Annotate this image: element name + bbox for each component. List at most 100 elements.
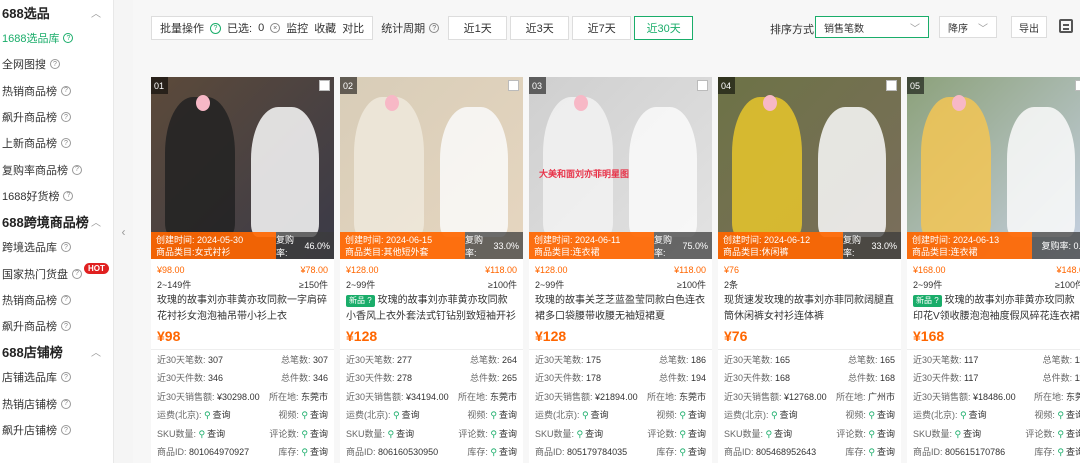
stock-query-link[interactable]: 查询	[868, 447, 895, 457]
sidebar-item-country-hot[interactable]: 国家热门货盘? HOT	[0, 260, 113, 286]
product-card[interactable]: 01 创建时间: 2024-05-30 商品类目:女式衬衫 复购率: 46.0%…	[151, 77, 334, 463]
reviews-query-link[interactable]: 查询	[301, 429, 328, 439]
card-info-bar: 创建时间: 2024-06-13 商品类目:连衣裙 复购率: 0.7	[907, 232, 1080, 259]
product-title[interactable]: 现货速发玫瑰的故事刘亦菲同款阔腿直筒休闲裤女衬衫连体裤	[724, 293, 895, 325]
product-image[interactable]: 01 创建时间: 2024-05-30 商品类目:女式衬衫 复购率: 46.0%	[151, 77, 334, 259]
sidebar-item-rising-stores[interactable]: 飙升店铺榜?	[0, 417, 113, 443]
sidebar-item-good-goods[interactable]: 1688好货榜?	[0, 183, 113, 209]
origin-query-link[interactable]: 查询	[393, 410, 420, 420]
help-icon[interactable]: ?	[61, 321, 71, 332]
card-checkbox[interactable]	[319, 80, 330, 91]
origin-query-link[interactable]: 查询	[582, 410, 609, 420]
card-checkbox[interactable]	[697, 80, 708, 91]
help-icon[interactable]: ?	[63, 190, 74, 201]
help-icon[interactable]: ?	[61, 138, 71, 149]
origin-query-link[interactable]: 查询	[771, 410, 798, 420]
stock-query-link[interactable]: 查询	[679, 447, 706, 457]
help-icon[interactable]: ?	[61, 242, 71, 253]
help-icon[interactable]: ?	[429, 23, 440, 33]
order-select[interactable]: 降序 ﹀	[939, 16, 997, 38]
help-icon[interactable]: ?	[61, 85, 71, 96]
chevron-up-icon[interactable]: ︿	[91, 5, 101, 20]
origin-query-link[interactable]: 查询	[960, 410, 987, 420]
video-query-link[interactable]: 查询	[679, 410, 706, 420]
compare-button[interactable]: 对比	[342, 20, 364, 36]
sidebar-item-hot-products[interactable]: 热销商品榜?	[0, 78, 113, 104]
help-icon[interactable]: ?	[50, 59, 60, 70]
product-card[interactable]: 02 创建时间: 2024-06-15 商品类目:其他短外套 复购率: 33.0…	[340, 77, 523, 463]
sidebar-item-repurchase-products[interactable]: 复购率商品榜?	[0, 156, 113, 182]
video-query-link[interactable]: 查询	[301, 410, 328, 420]
product-title[interactable]: 玫瑰的故事刘亦菲黄亦玫同款一字肩碎花衬衫女泡泡袖吊带小衫上衣	[157, 293, 328, 325]
card-checkbox[interactable]	[1075, 80, 1080, 91]
period-7d[interactable]: 近7天	[572, 16, 632, 40]
help-icon[interactable]: ?	[61, 112, 71, 123]
help-icon[interactable]: ?	[72, 268, 82, 279]
sidebar-item-1688-library[interactable]: 1688选品库?	[0, 25, 113, 51]
sidebar-collapse-handle[interactable]: ‹	[113, 0, 133, 463]
sidebar-item-cross-border-library[interactable]: 跨境选品库?	[0, 234, 113, 260]
favorite-button[interactable]: 收藏	[314, 20, 336, 36]
period-1d[interactable]: 近1天	[448, 16, 508, 40]
video-query-link[interactable]: 查询	[490, 410, 517, 420]
sidebar-group-stores[interactable]: 688店铺榜 ︿	[0, 339, 113, 364]
product-image[interactable]: 02 创建时间: 2024-06-15 商品类目:其他短外套 复购率: 33.0…	[340, 77, 523, 259]
sidebar-item-rising-products-cb[interactable]: 飙升商品榜?	[0, 313, 113, 339]
sku-query-link[interactable]: 查询	[199, 429, 226, 439]
origin-query-link[interactable]: 查询	[204, 410, 231, 420]
help-icon[interactable]: ?	[61, 372, 71, 383]
period-3d[interactable]: 近3天	[510, 16, 570, 40]
sidebar-item-rising-products[interactable]: 飙升商品榜?	[0, 104, 113, 130]
sku-query-link[interactable]: 查询	[955, 429, 982, 439]
stock-query-link[interactable]: 查询	[1057, 447, 1080, 457]
sidebar-item-hot-stores[interactable]: 热销店铺榜?	[0, 391, 113, 417]
sidebar-item-hot-products-cb[interactable]: 热销商品榜?	[0, 287, 113, 313]
help-icon[interactable]: ?	[63, 33, 74, 44]
card-checkbox[interactable]	[886, 80, 897, 91]
sku-query-link[interactable]: 查询	[577, 429, 604, 439]
sidebar-group-688-select[interactable]: 688选品 ︿	[0, 0, 113, 25]
reviews-query-link[interactable]: 查询	[490, 429, 517, 439]
period-label: 统计周期	[381, 23, 426, 35]
sidebar-item-new-products[interactable]: 上新商品榜?	[0, 130, 113, 156]
help-icon[interactable]: ?	[61, 398, 71, 409]
product-card[interactable]: 05 创建时间: 2024-06-13 商品类目:连衣裙 复购率: 0.7 ¥1…	[907, 77, 1080, 463]
product-id-value: 801064970927	[189, 447, 250, 458]
stock-query-link[interactable]: 查询	[490, 447, 517, 457]
reviews-query-link[interactable]: 查询	[868, 429, 895, 439]
sidebar-item-store-library[interactable]: 店铺选品库?	[0, 364, 113, 390]
product-card[interactable]: 04 创建时间: 2024-06-12 商品类目:休闲裤 复购率: 33.0% …	[718, 77, 901, 463]
reviews-query-link[interactable]: 查询	[1057, 429, 1080, 439]
help-icon[interactable]: ?	[61, 425, 71, 435]
product-title[interactable]: 玫瑰的故事关芝芝蓝盈莹同款白色连衣裙多口袋腰带收腰无袖短裙夏	[535, 293, 706, 325]
sidebar-item-image-search[interactable]: 全网图搜?	[0, 51, 113, 77]
layout-toggle-icon[interactable]	[1059, 19, 1073, 33]
product-card[interactable]: 03 大美和面刘亦菲明星图 创建时间: 2024-06-11 商品类目:连衣裙 …	[529, 77, 712, 463]
chevron-left-icon[interactable]: ‹	[122, 225, 126, 239]
sidebar-group-cross-border[interactable]: 688跨境商品榜 ︿	[0, 209, 113, 234]
sku-query-link[interactable]: 查询	[766, 429, 793, 439]
sku-query-link[interactable]: 查询	[388, 429, 415, 439]
help-icon[interactable]: ?	[61, 294, 71, 305]
reviews-query-link[interactable]: 查询	[679, 429, 706, 439]
video-query-link[interactable]: 查询	[1057, 410, 1080, 420]
help-icon[interactable]: ?	[72, 164, 82, 175]
product-image[interactable]: 03 大美和面刘亦菲明星图 创建时间: 2024-06-11 商品类目:连衣裙 …	[529, 77, 712, 259]
chevron-up-icon[interactable]: ︿	[91, 344, 101, 359]
period-30d[interactable]: 近30天	[634, 16, 694, 40]
product-title-text: 玫瑰的故事刘亦菲黄亦玫同款一字肩碎花衬衫女泡泡袖吊带小衫上衣	[157, 295, 327, 322]
monitor-button[interactable]: 监控	[286, 20, 308, 36]
sort-select[interactable]: 销售笔数 ﹀	[815, 16, 929, 38]
stock-query-link[interactable]: 查询	[301, 447, 328, 457]
chevron-up-icon[interactable]: ︿	[91, 214, 101, 229]
clear-selection-icon[interactable]: ×	[270, 23, 281, 33]
help-icon[interactable]: ?	[210, 22, 221, 34]
video-query-link[interactable]: 查询	[868, 410, 895, 420]
product-title[interactable]: 新品 ? 玫瑰的故事刘亦菲黄亦玫同款印花V领收腰泡泡袖度假风碎花连衣裙	[913, 293, 1080, 325]
product-image[interactable]: 05 创建时间: 2024-06-13 商品类目:连衣裙 复购率: 0.7	[907, 77, 1080, 259]
card-checkbox[interactable]	[508, 80, 519, 91]
export-button[interactable]: 导出	[1011, 16, 1047, 38]
product-title[interactable]: 新品 ? 玫瑰的故事刘亦菲黄亦玫同款小香风上衣外套法式钉钻别致短袖开衫	[346, 293, 517, 325]
batch-label[interactable]: 批量操作	[160, 20, 204, 36]
product-image[interactable]: 04 创建时间: 2024-06-12 商品类目:休闲裤 复购率: 33.0%	[718, 77, 901, 259]
